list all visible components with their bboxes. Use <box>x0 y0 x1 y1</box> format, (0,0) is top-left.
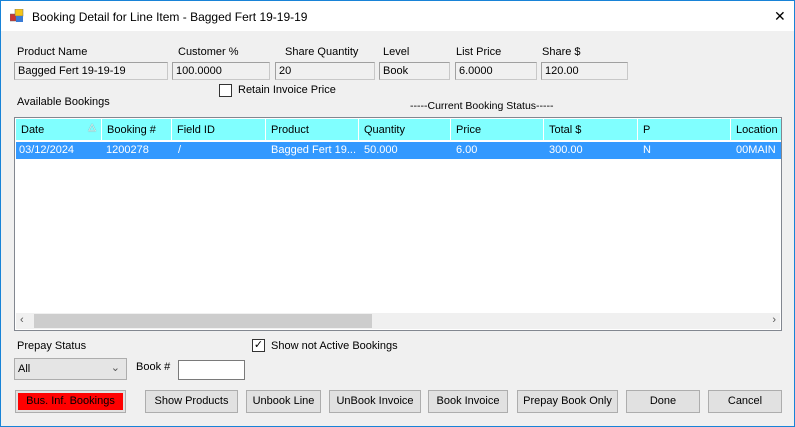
col-header-location[interactable]: Location <box>731 119 781 141</box>
window-title: Booking Detail for Line Item - Bagged Fe… <box>32 10 308 24</box>
bus-inf-bookings-button[interactable]: Bus. Inf. Bookings <box>15 390 126 413</box>
col-header-field-id[interactable]: Field ID <box>172 119 266 141</box>
cell-p: N <box>643 144 651 156</box>
show-products-button[interactable]: Show Products <box>145 390 238 413</box>
unbook-line-button[interactable]: Unbook Line <box>246 390 321 413</box>
prepay-status-label: Prepay Status <box>17 340 87 352</box>
cell-quantity: 50.000 <box>364 144 398 156</box>
cell-total: 300.00 <box>549 144 583 156</box>
col-header-quantity[interactable]: Quantity <box>359 119 451 141</box>
share-quantity-field: 20 <box>275 62 375 80</box>
book-invoice-button[interactable]: Book Invoice <box>428 390 508 413</box>
cell-price: 6.00 <box>456 144 478 156</box>
cell-location: 00MAIN <box>736 144 776 156</box>
table-row[interactable]: 03/12/2024 1200278 / Bagged Fert 19... 5… <box>16 142 781 159</box>
col-header-p[interactable]: P <box>638 119 731 141</box>
share-dollars-field: 120.00 <box>541 62 628 80</box>
book-num-input[interactable] <box>178 360 245 380</box>
horizontal-scrollbar[interactable]: ‹ › <box>16 313 780 329</box>
list-price-label: List Price <box>456 46 502 58</box>
scrollbar-thumb[interactable] <box>34 314 372 328</box>
col-header-booking[interactable]: Booking # <box>102 119 172 141</box>
scroll-left-icon[interactable]: ‹ <box>20 314 24 326</box>
level-field: Book <box>379 62 450 80</box>
level-label: Level <box>383 46 410 58</box>
prepay-book-only-button[interactable]: Prepay Book Only <box>517 390 618 413</box>
app-icon <box>10 9 24 22</box>
col-header-total[interactable]: Total $ <box>544 119 638 141</box>
show-not-active-label: Show not Active Bookings <box>271 340 398 352</box>
product-name-field: Bagged Fert 19-19-19 <box>14 62 168 80</box>
book-num-label: Book # <box>136 361 171 373</box>
col-header-price[interactable]: Price <box>451 119 544 141</box>
chevron-down-icon: ⌄ <box>110 362 120 374</box>
customer-pct-field: 100.0000 <box>172 62 270 80</box>
product-name-label: Product Name <box>17 46 88 58</box>
share-quantity-label: Share Quantity <box>285 46 359 58</box>
scroll-right-icon[interactable]: › <box>772 314 776 326</box>
bookings-grid[interactable]: Date △ Booking # Field ID Product Quantit… <box>14 117 782 331</box>
title-bar: Booking Detail for Line Item - Bagged Fe… <box>1 1 794 31</box>
cell-product: Bagged Fert 19... <box>271 144 356 156</box>
retain-invoice-price-label: Retain Invoice Price <box>238 84 336 96</box>
current-booking-status-label: -----Current Booking Status----- <box>410 100 554 112</box>
prepay-status-select[interactable]: All ⌄ <box>14 358 127 380</box>
col-header-product[interactable]: Product <box>266 119 359 141</box>
sort-asc-icon: △ <box>88 122 96 133</box>
unbook-invoice-button[interactable]: UnBook Invoice <box>329 390 421 413</box>
cell-booking: 1200278 <box>106 144 149 156</box>
cell-field-id: / <box>178 144 182 156</box>
retain-invoice-price-checkbox[interactable] <box>219 84 232 97</box>
list-price-field: 6.0000 <box>455 62 537 80</box>
available-bookings-label: Available Bookings <box>17 96 110 108</box>
customer-pct-label: Customer % <box>178 46 239 58</box>
cell-date: 03/12/2024 <box>19 144 75 156</box>
cancel-button[interactable]: Cancel <box>708 390 782 413</box>
booking-detail-dialog: Booking Detail for Line Item - Bagged Fe… <box>0 0 795 427</box>
share-dollars-label: Share $ <box>542 46 581 58</box>
done-button[interactable]: Done <box>626 390 700 413</box>
col-header-date[interactable]: Date △ <box>16 119 102 141</box>
show-not-active-checkbox[interactable]: ✓ <box>252 339 265 352</box>
close-icon[interactable]: ✕ <box>774 8 786 25</box>
